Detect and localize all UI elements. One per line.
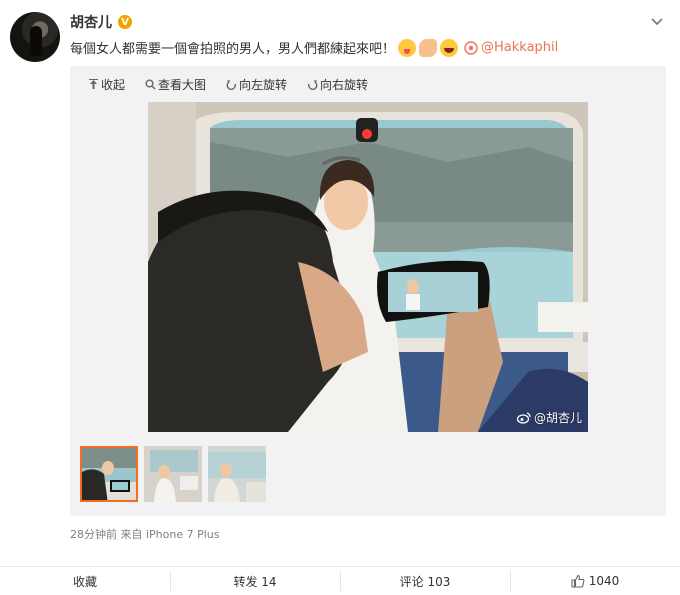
action-bar: 收藏 转发 14 评论 103 1040: [0, 566, 680, 595]
view-large-label: 查看大图: [158, 78, 207, 92]
media-box: 收起 查看大图 向左旋转 向右旋转 @胡杏儿: [70, 66, 666, 516]
laugh-emoji-icon: [440, 38, 459, 57]
collapse-button[interactable]: 收起: [88, 76, 125, 93]
rotate-right-icon: [308, 80, 318, 90]
thumbnail-1[interactable]: [80, 446, 138, 502]
media-toolbar: 收起 查看大图 向左旋转 向右旋转: [88, 76, 368, 93]
thumbnail-2[interactable]: [144, 446, 202, 502]
post-text: 每個女人都需要一個會拍照的男人，男人們都練起來吧！ @Hakkaphil: [70, 38, 558, 57]
post-meta: 28分钟前 来自 iPhone 7 Plus: [70, 528, 220, 541]
collapse-label: 收起: [101, 78, 126, 92]
thumbnail-strip: [80, 446, 266, 502]
view-large-button[interactable]: 查看大图: [145, 76, 206, 93]
favorite-button[interactable]: 收藏: [0, 567, 170, 595]
link-icon: [464, 40, 478, 55]
rotate-right-label: 向右旋转: [320, 78, 369, 92]
collapse-up-icon: [89, 79, 98, 89]
train-photo-illustration: [148, 102, 588, 432]
mention-link[interactable]: @Hakkaphil: [464, 40, 558, 55]
favorite-label: 收藏: [72, 574, 97, 589]
chevron-down-icon[interactable]: [650, 14, 664, 28]
main-photo[interactable]: @胡杏儿: [148, 102, 588, 432]
rotate-left-button[interactable]: 向左旋转: [226, 76, 287, 93]
author-name[interactable]: 胡杏儿: [70, 12, 112, 32]
avatar[interactable]: [10, 12, 60, 62]
like-button[interactable]: 1040: [510, 567, 680, 595]
thumbs-up-icon: [571, 574, 585, 588]
thumbnail-3[interactable]: [208, 446, 266, 502]
watermark-text: @胡杏儿: [533, 411, 582, 425]
verified-badge-icon: V: [118, 15, 132, 29]
post-body: 每個女人都需要一個會拍照的男人，男人們都練起來吧！: [70, 42, 396, 57]
mention-text: @Hakkaphil: [481, 40, 559, 55]
weibo-logo-icon: [516, 411, 531, 424]
rotate-left-icon: [226, 80, 236, 90]
repost-button[interactable]: 转发 14: [170, 567, 340, 595]
repost-label: 转发 14: [233, 574, 277, 589]
comment-label: 评论 103: [399, 574, 451, 589]
magnifier-icon: [145, 79, 156, 90]
tongue-emoji-icon: [398, 38, 417, 57]
muscle-emoji-icon: [419, 38, 438, 57]
comment-button[interactable]: 评论 103: [340, 567, 510, 595]
rotate-left-label: 向左旋转: [239, 78, 288, 92]
photo-watermark: @胡杏儿: [516, 409, 582, 426]
rotate-right-button[interactable]: 向右旋转: [307, 76, 368, 93]
like-count: 1040: [588, 574, 620, 588]
